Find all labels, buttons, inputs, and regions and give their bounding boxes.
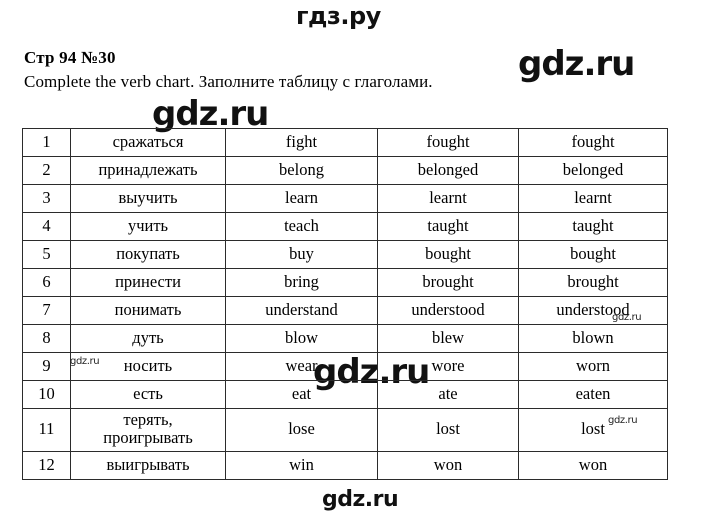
cell-row-number: 12 xyxy=(22,450,71,480)
cell-russian-meaning: покупать xyxy=(70,240,226,269)
table-row: 12 выигрывать win won won xyxy=(22,450,668,480)
cell-russian-meaning: дуть xyxy=(70,324,226,353)
table-row: 6 принести bring brought brought xyxy=(22,268,668,297)
cell-russian-meaning: выучить xyxy=(70,184,226,213)
cell-russian-meaning: принести xyxy=(70,268,226,297)
cell-past-participle: eaten xyxy=(518,380,668,409)
cell-russian-meaning: терять, проигрывать xyxy=(70,408,226,452)
cell-row-number: 4 xyxy=(22,212,71,241)
cell-past-participle: fought xyxy=(518,128,668,157)
table-row: 1 сражаться fight fought fought xyxy=(22,128,668,157)
cell-infinitive: lose xyxy=(225,408,378,452)
cell-past-participle: brought xyxy=(518,268,668,297)
verb-table-body: 1 сражаться fight fought fought 2 принадлежать… xyxy=(22,128,668,480)
cell-row-number: 9 xyxy=(22,352,71,381)
cell-past-simple: brought xyxy=(377,268,519,297)
cell-russian-meaning: учить xyxy=(70,212,226,241)
cell-past-simple: wore xyxy=(377,352,519,381)
cell-past-simple: understood xyxy=(377,296,519,325)
cell-russian-meaning: принадлежать xyxy=(70,156,226,185)
cell-past-simple: belonged xyxy=(377,156,519,185)
cell-past-participle: worn xyxy=(518,352,668,381)
cell-past-simple: lost xyxy=(377,408,519,452)
cell-past-simple: taught xyxy=(377,212,519,241)
cell-past-participle: belonged xyxy=(518,156,668,185)
watermark-bottom: gdz.ru xyxy=(322,487,399,512)
cell-past-simple: won xyxy=(377,450,519,480)
cell-past-simple: ate xyxy=(377,380,519,409)
table-row: 7 понимать understand understood understood xyxy=(22,296,668,325)
table-row: 4 учить teach taught taught xyxy=(22,212,668,241)
cell-row-number: 3 xyxy=(22,184,71,213)
cell-infinitive: belong xyxy=(225,156,378,185)
cell-infinitive: blow xyxy=(225,324,378,353)
cell-past-simple: learnt xyxy=(377,184,519,213)
site-logo-watermark: гдз.ру xyxy=(296,2,381,30)
cell-row-number: 11 xyxy=(22,408,71,452)
table-row: 3 выучить learn learnt learnt xyxy=(22,184,668,213)
cell-infinitive: learn xyxy=(225,184,378,213)
cell-row-number: 6 xyxy=(22,268,71,297)
cell-row-number: 8 xyxy=(22,324,71,353)
cell-infinitive: wear xyxy=(225,352,378,381)
cell-infinitive: eat xyxy=(225,380,378,409)
verb-table: 1 сражаться fight fought fought 2 принадлежать… xyxy=(22,128,668,480)
cell-row-number: 1 xyxy=(22,128,71,157)
cell-infinitive: fight xyxy=(225,128,378,157)
cell-row-number: 2 xyxy=(22,156,71,185)
watermark-right-large: gdz.ru xyxy=(518,44,635,84)
task-instruction: Complete the verb chart. Заполните табли… xyxy=(24,72,433,91)
cell-infinitive: teach xyxy=(225,212,378,241)
cell-past-participle: lost xyxy=(518,408,668,452)
cell-row-number: 7 xyxy=(22,296,71,325)
table-row: 8 дуть blow blew blown xyxy=(22,324,668,353)
cell-row-number: 10 xyxy=(22,380,71,409)
cell-russian-meaning: понимать xyxy=(70,296,226,325)
table-row: 11 терять, проигрывать lose lost lost xyxy=(22,408,668,452)
table-row: 5 покупать buy bought bought xyxy=(22,240,668,269)
cell-past-participle: understood xyxy=(518,296,668,325)
table-row: 9 носить wear wore worn xyxy=(22,352,668,381)
cell-infinitive: understand xyxy=(225,296,378,325)
cell-past-simple: fought xyxy=(377,128,519,157)
cell-row-number: 5 xyxy=(22,240,71,269)
cell-past-participle: won xyxy=(518,450,668,480)
cell-past-simple: blew xyxy=(377,324,519,353)
verb-chart: 1 сражаться fight fought fought 2 принадлежать… xyxy=(22,128,668,480)
cell-infinitive: buy xyxy=(225,240,378,269)
cell-past-participle: taught xyxy=(518,212,668,241)
cell-infinitive: bring xyxy=(225,268,378,297)
table-row: 2 принадлежать belong belonged belonged xyxy=(22,156,668,185)
table-row: 10 есть eat ate eaten xyxy=(22,380,668,409)
cell-past-participle: bought xyxy=(518,240,668,269)
cell-russian-meaning: есть xyxy=(70,380,226,409)
page-reference: Стр 94 №30 xyxy=(24,48,116,67)
cell-russian-meaning: сражаться xyxy=(70,128,226,157)
cell-russian-meaning: выигрывать xyxy=(70,450,226,480)
cell-past-simple: bought xyxy=(377,240,519,269)
cell-past-participle: learnt xyxy=(518,184,668,213)
cell-infinitive: win xyxy=(225,450,378,480)
cell-past-participle: blown xyxy=(518,324,668,353)
cell-russian-meaning: носить xyxy=(70,352,226,381)
